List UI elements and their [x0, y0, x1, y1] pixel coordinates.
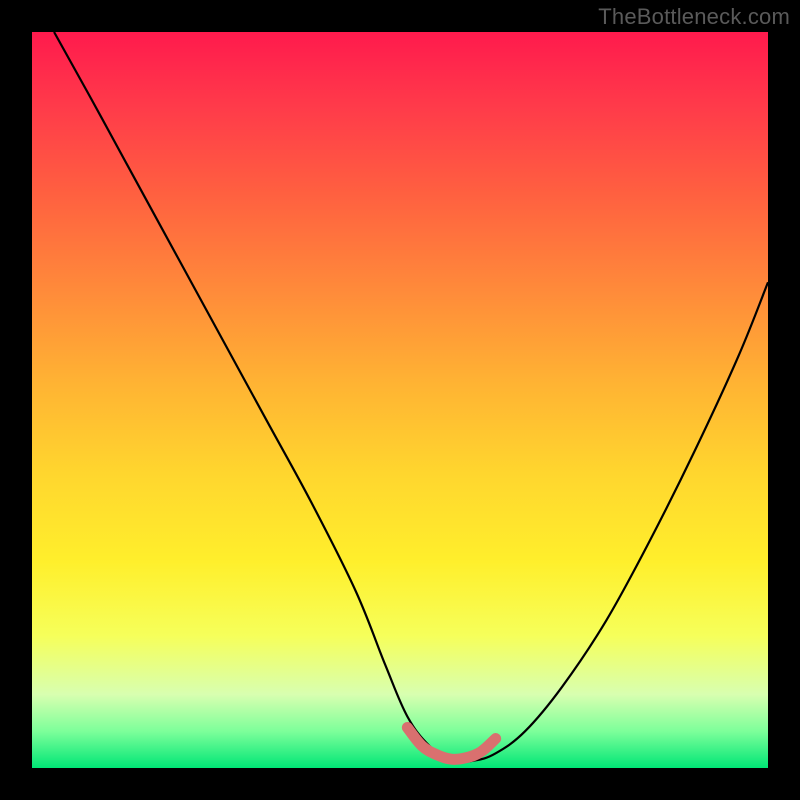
watermark-text: TheBottleneck.com — [598, 4, 790, 30]
chart-svg — [32, 32, 768, 768]
chart-frame: TheBottleneck.com — [0, 0, 800, 800]
optimal-range-marker — [407, 728, 495, 760]
bottleneck-curve — [54, 32, 768, 762]
